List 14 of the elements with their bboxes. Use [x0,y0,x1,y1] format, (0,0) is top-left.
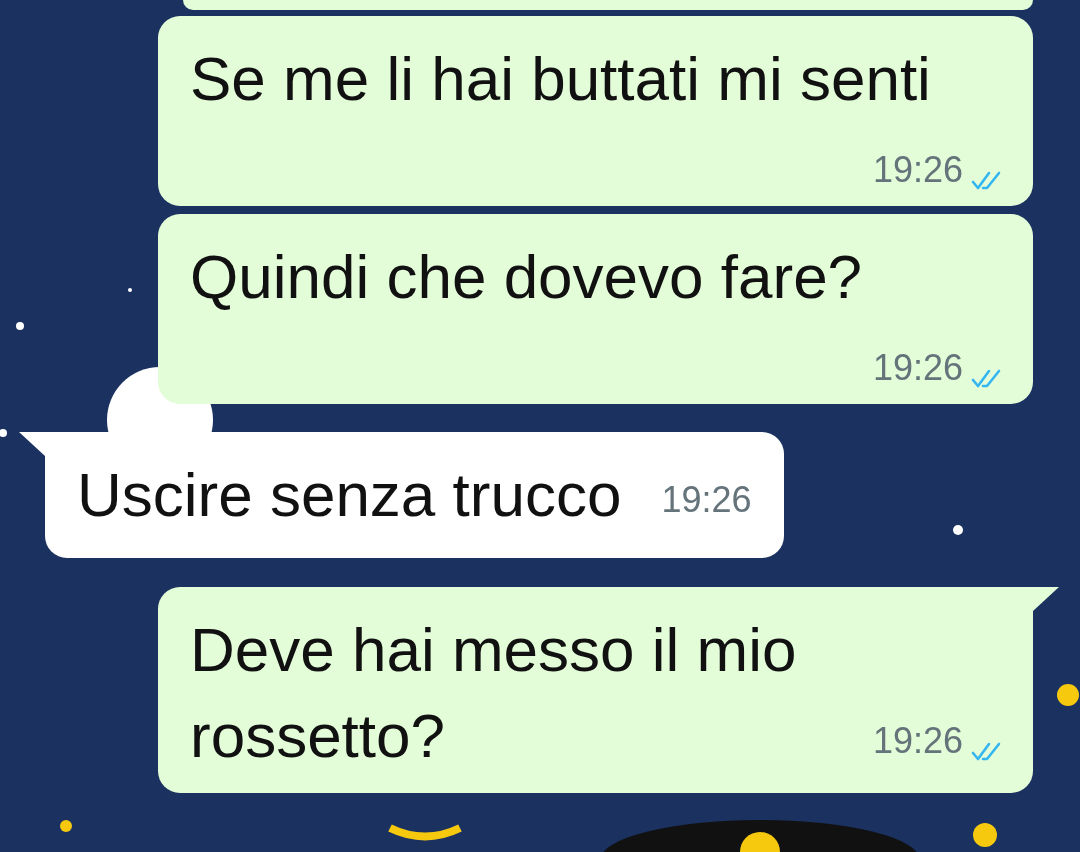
message-text: Se me li hai buttati mi senti [190,44,931,113]
planet-dot [973,823,997,847]
star-dot [128,288,132,292]
star-dot [16,322,24,330]
message-time: 19:26 [872,719,963,763]
planet-dot [1057,684,1079,706]
message-text: Uscire senza trucco [77,460,622,529]
message-time: 19:26 [872,148,963,192]
message-text: Deve hai messo il mio rossetto? [190,615,797,770]
star-dot [953,525,963,535]
message-time: 19:26 [661,478,752,522]
planet-dot [60,820,72,832]
message-text: Quindi che dovevo fare? [190,242,863,311]
message-time: 19:26 [872,346,963,390]
